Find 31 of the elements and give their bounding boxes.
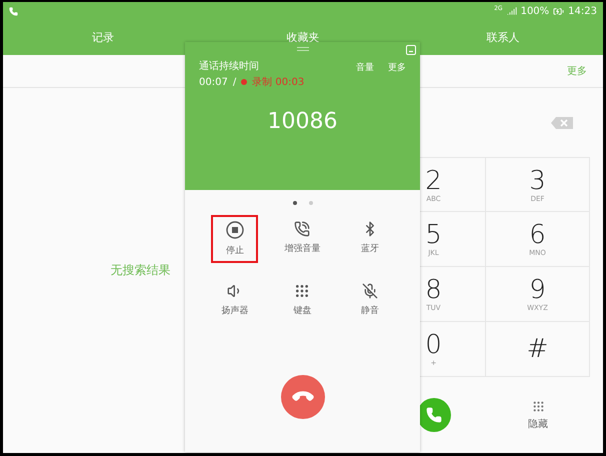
battery-percent: 100%: [520, 6, 550, 16]
call-control[interactable]: 停止: [211, 215, 258, 263]
backspace-icon[interactable]: [551, 116, 573, 128]
mute-icon: [362, 283, 378, 299]
hide-keypad-button[interactable]: 隐藏: [522, 398, 554, 432]
call-control[interactable]: 键盘: [278, 277, 326, 323]
keypad-icon: [532, 400, 544, 412]
battery-icon: [553, 6, 564, 16]
page-dot[interactable]: [308, 201, 312, 205]
phone-icon: [9, 6, 18, 16]
end-call-button[interactable]: [280, 375, 324, 419]
call-control[interactable]: 增强音量: [276, 215, 328, 261]
keypad-icon: [294, 283, 310, 299]
recording-icon: [241, 79, 248, 85]
empty-message: 无搜索结果: [110, 262, 170, 279]
page-dot[interactable]: [292, 201, 296, 205]
duration-label: 通话持续时间: [199, 60, 260, 73]
call-control[interactable]: 扬声器: [211, 277, 258, 323]
phone-icon: [426, 407, 442, 423]
minimize-icon[interactable]: [406, 45, 416, 55]
stop-icon: [226, 221, 244, 239]
dial-key[interactable]: #: [486, 322, 590, 377]
call-duration: 00:07: [199, 76, 228, 88]
recording-time: 录制 00:03: [252, 76, 304, 89]
clock: 14:23: [568, 6, 597, 16]
drag-handle-icon[interactable]: [296, 47, 308, 51]
separator: /: [232, 76, 236, 88]
phone-waves-icon: [294, 221, 310, 237]
signal-icon: [506, 6, 517, 16]
phone-number: 10086: [268, 109, 338, 134]
call-button[interactable]: [417, 398, 451, 432]
